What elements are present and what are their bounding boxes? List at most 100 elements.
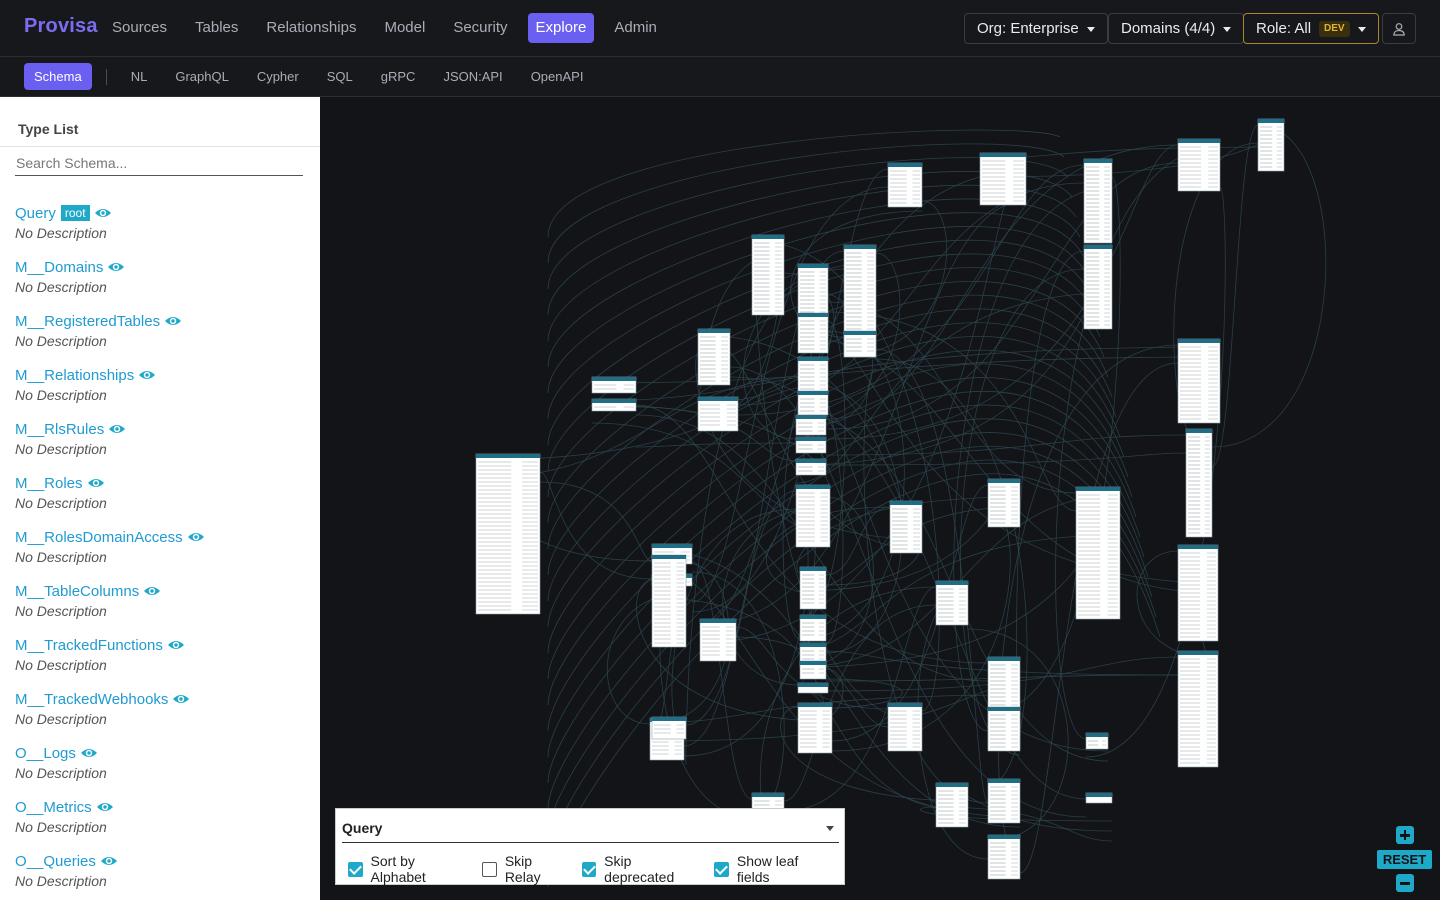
type-name-link[interactable]: M__Domains — [15, 259, 103, 276]
nav-security[interactable]: Security — [445, 13, 515, 43]
schema-type-node[interactable] — [795, 458, 827, 476]
option-show-leaf-fields[interactable]: Show leaf fields — [714, 853, 832, 885]
schema-type-node[interactable] — [591, 376, 637, 394]
schema-type-node[interactable] — [1177, 338, 1221, 424]
type-name-link[interactable]: O__Metrics — [15, 799, 92, 816]
nav-admin[interactable]: Admin — [606, 13, 665, 43]
schema-type-node[interactable] — [887, 702, 923, 752]
schema-type-node[interactable] — [987, 778, 1021, 824]
schema-type-node[interactable] — [797, 702, 833, 754]
schema-type-node[interactable] — [935, 782, 969, 828]
tab-graphql[interactable]: GraphQL — [165, 63, 238, 90]
role-selector[interactable]: Role: All DEV — [1243, 13, 1379, 44]
checkbox[interactable] — [714, 861, 729, 877]
org-selector[interactable]: Org: Enterprise — [964, 13, 1108, 44]
schema-type-node[interactable] — [1185, 428, 1213, 538]
schema-type-node[interactable] — [1083, 244, 1113, 330]
nav-explore[interactable]: Explore — [527, 13, 595, 43]
schema-type-node[interactable] — [987, 834, 1021, 880]
schema-type-node[interactable] — [799, 614, 827, 642]
eye-icon[interactable] — [87, 476, 105, 490]
eye-icon[interactable] — [100, 854, 118, 868]
type-name-link[interactable]: M__TrackedFunctions — [15, 637, 163, 654]
brand-logo[interactable]: Provisa — [24, 15, 98, 38]
tab-cypher[interactable]: Cypher — [247, 63, 309, 90]
user-menu-button[interactable] — [1382, 13, 1416, 44]
tab-openapi[interactable]: OpenAPI — [521, 63, 594, 90]
schema-type-node[interactable] — [935, 580, 969, 626]
schema-type-node[interactable] — [797, 356, 829, 394]
type-name-link[interactable]: M__TableColumns — [15, 583, 139, 600]
eye-icon[interactable] — [167, 638, 185, 652]
schema-type-node[interactable] — [795, 436, 827, 454]
search-schema-input[interactable] — [15, 151, 303, 176]
schema-type-node[interactable] — [795, 414, 827, 436]
eye-icon[interactable] — [172, 692, 190, 706]
schema-type-node[interactable] — [1085, 792, 1113, 804]
schema-type-node[interactable] — [1177, 544, 1219, 642]
tab-grpc[interactable]: gRPC — [371, 63, 426, 90]
type-name-link[interactable]: M__RlsRules — [15, 421, 104, 438]
type-name-link[interactable]: M__Roles — [15, 475, 83, 492]
type-name-link[interactable]: M__Relationships — [15, 367, 134, 384]
schema-type-node[interactable] — [697, 328, 731, 386]
checkbox[interactable] — [482, 861, 497, 877]
schema-type-node[interactable] — [591, 398, 637, 412]
eye-icon[interactable] — [138, 368, 156, 382]
domains-selector[interactable]: Domains (4/4) — [1108, 13, 1245, 44]
schema-type-node[interactable] — [1083, 158, 1113, 244]
nav-tables[interactable]: Tables — [187, 13, 246, 43]
reset-zoom-button[interactable]: RESET — [1377, 850, 1432, 869]
schema-type-node[interactable] — [799, 566, 827, 610]
option-skip-relay[interactable]: Skip Relay — [482, 853, 569, 885]
schema-type-node[interactable] — [887, 162, 923, 208]
nav-relationships[interactable]: Relationships — [258, 13, 364, 43]
schema-type-node[interactable] — [843, 330, 877, 358]
schema-type-node[interactable] — [651, 554, 687, 648]
schema-type-node[interactable] — [1085, 732, 1109, 750]
chevron-down-icon[interactable] — [826, 826, 834, 831]
schema-graph-canvas[interactable] — [320, 97, 1440, 900]
schema-type-node[interactable] — [797, 390, 829, 416]
schema-type-node[interactable] — [1177, 650, 1219, 768]
schema-type-node[interactable] — [697, 396, 739, 432]
tab-sql[interactable]: SQL — [317, 63, 363, 90]
schema-type-node[interactable] — [889, 500, 923, 554]
type-name-link[interactable]: Query — [15, 205, 56, 222]
checkbox[interactable] — [581, 861, 597, 877]
nav-sources[interactable]: Sources — [104, 13, 175, 43]
nav-model[interactable]: Model — [376, 13, 433, 43]
schema-type-node[interactable] — [1177, 138, 1221, 192]
schema-type-node[interactable] — [797, 682, 829, 694]
schema-type-node[interactable] — [795, 484, 831, 548]
type-name-link[interactable]: M__RolesDomainAccess — [15, 529, 183, 546]
eye-icon[interactable] — [164, 314, 182, 328]
type-name-link[interactable]: M__RegisteredTables — [15, 313, 160, 330]
eye-icon[interactable] — [143, 584, 161, 598]
option-sort-by-alphabet[interactable]: Sort by Alphabet — [348, 853, 470, 885]
schema-type-node[interactable] — [799, 660, 827, 680]
eye-icon[interactable] — [187, 530, 205, 544]
type-name-link[interactable]: O__Queries — [15, 853, 96, 870]
eye-icon[interactable] — [94, 206, 112, 220]
schema-type-node[interactable] — [1075, 486, 1121, 620]
type-name-link[interactable]: M__TrackedWebhooks — [15, 691, 168, 708]
zoom-in-button[interactable] — [1396, 826, 1414, 844]
schema-type-node[interactable] — [987, 478, 1021, 528]
eye-icon[interactable] — [107, 260, 125, 274]
tab-nl[interactable]: NL — [121, 63, 158, 90]
tab-jsonapi[interactable]: JSON:API — [433, 63, 512, 90]
schema-type-node[interactable] — [979, 152, 1027, 206]
option-skip-deprecated[interactable]: Skip deprecated — [581, 853, 703, 885]
schema-type-node[interactable] — [475, 453, 541, 615]
schema-type-node[interactable] — [699, 618, 737, 662]
schema-type-node[interactable] — [987, 706, 1021, 752]
schema-type-node[interactable] — [651, 716, 687, 740]
eye-icon[interactable] — [108, 422, 126, 436]
schema-type-node[interactable] — [1257, 118, 1285, 172]
eye-icon[interactable] — [96, 800, 114, 814]
checkbox[interactable] — [348, 861, 363, 877]
tab-schema[interactable]: Schema — [24, 63, 92, 90]
zoom-out-button[interactable] — [1396, 874, 1414, 892]
schema-type-node[interactable] — [797, 312, 829, 354]
